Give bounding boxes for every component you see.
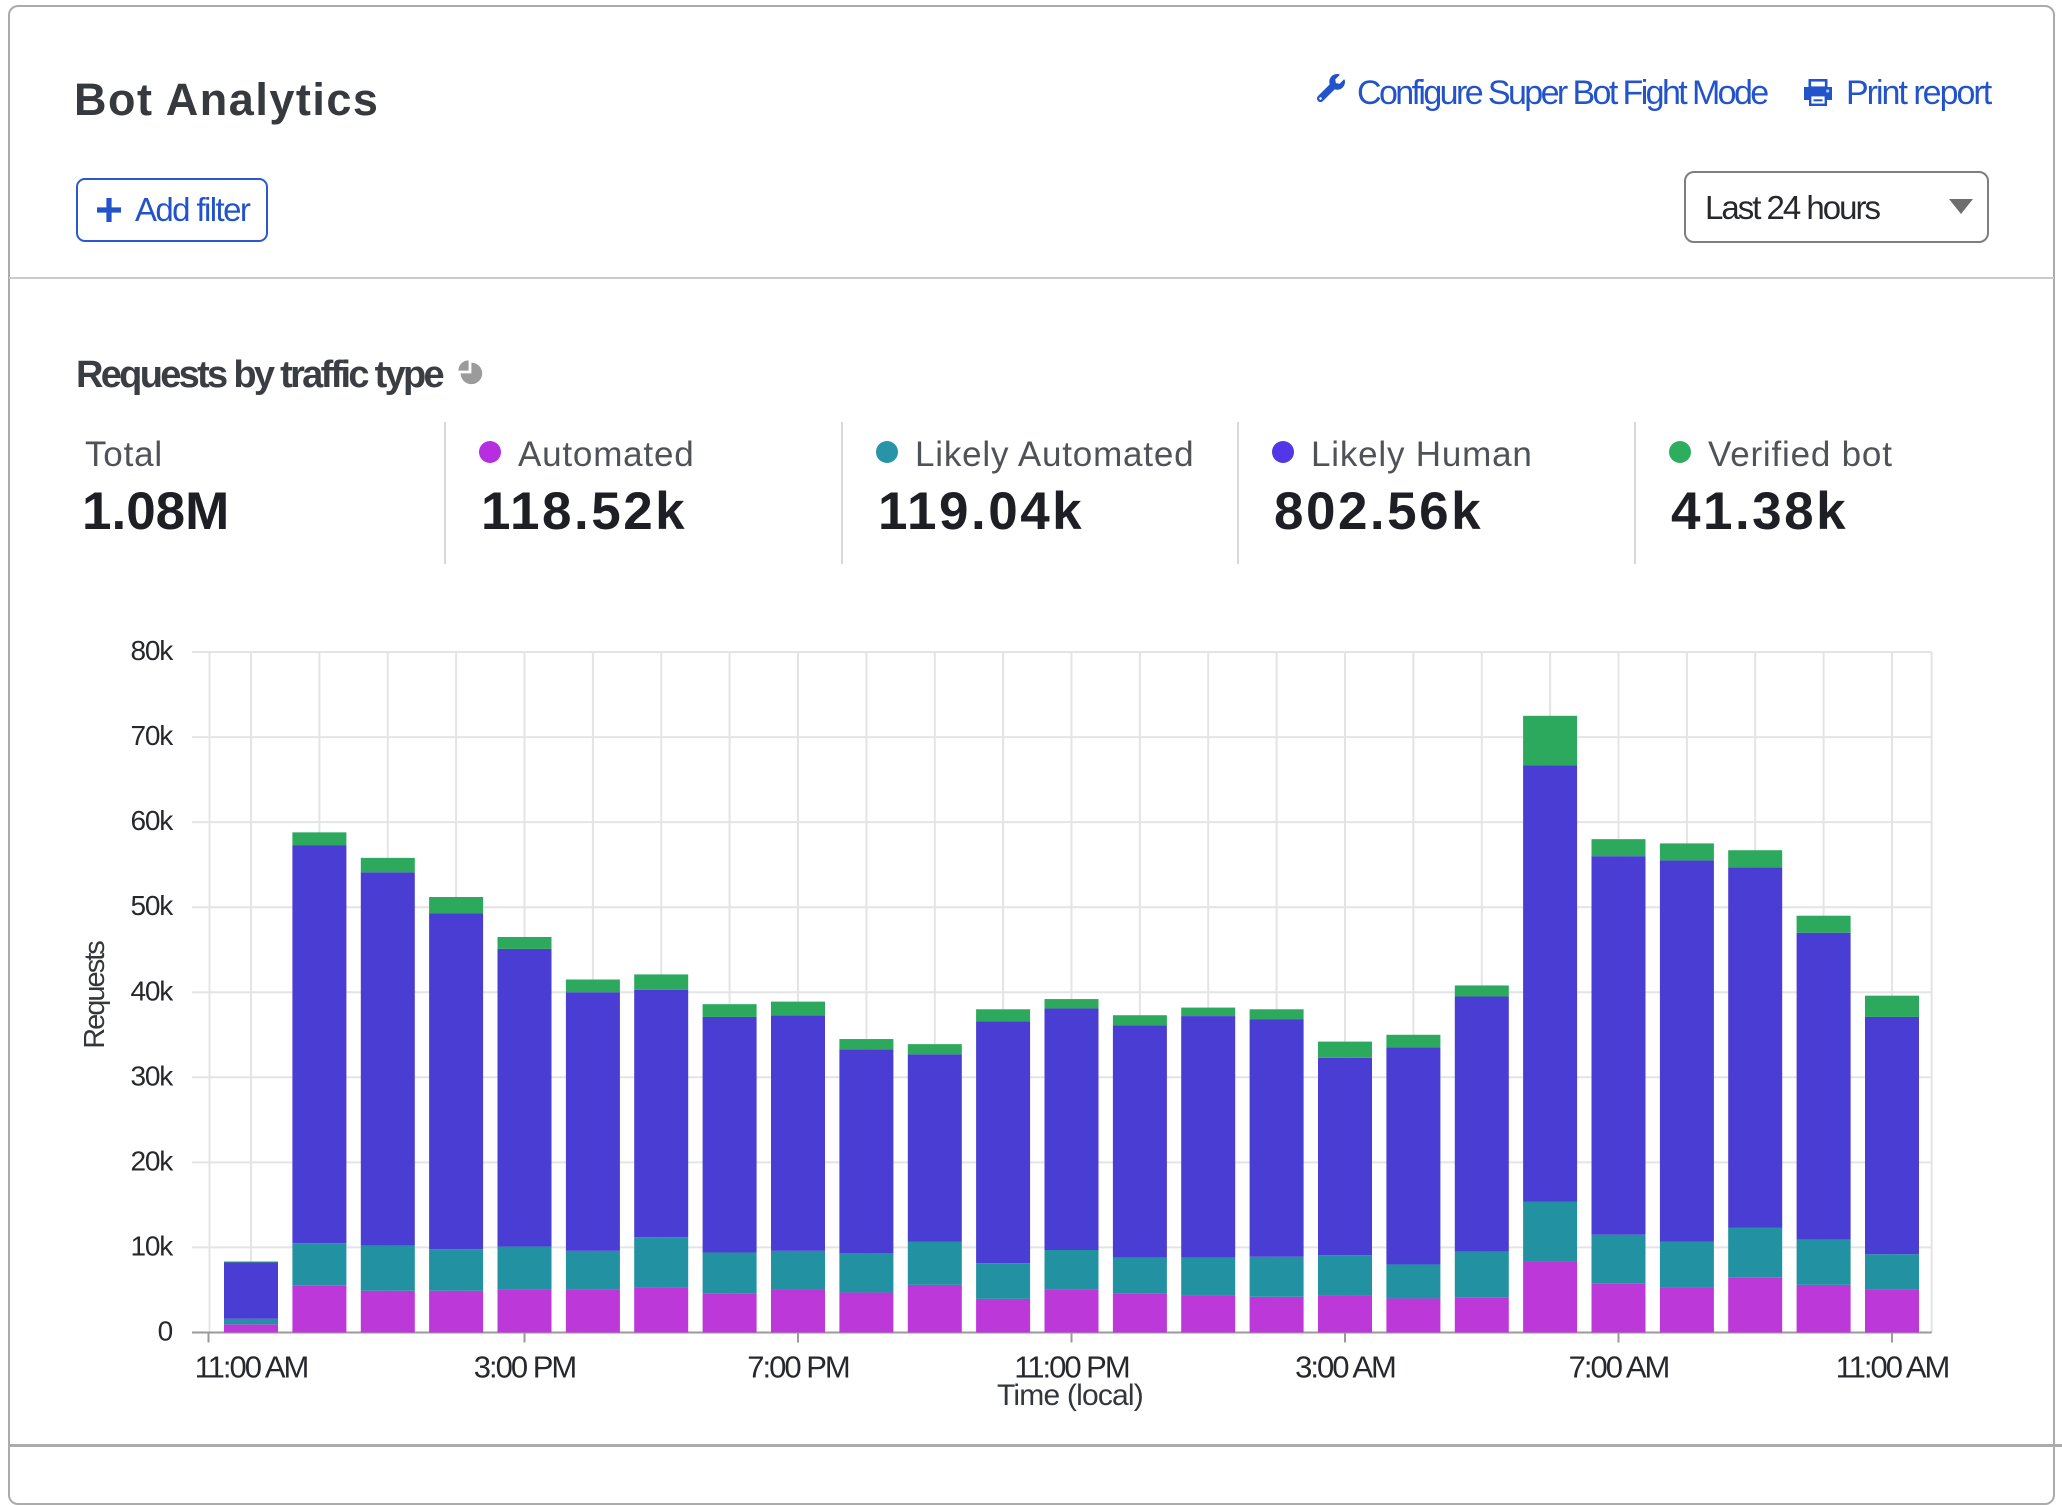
svg-text:80k: 80k (130, 635, 174, 666)
svg-text:70k: 70k (130, 720, 174, 751)
svg-text:50k: 50k (130, 890, 174, 921)
svg-text:60k: 60k (130, 805, 174, 836)
svg-text:7:00 PM: 7:00 PM (747, 1350, 849, 1385)
svg-text:7:00 AM: 7:00 AM (1569, 1350, 1669, 1385)
svg-text:0: 0 (158, 1316, 173, 1347)
svg-text:3:00 PM: 3:00 PM (474, 1350, 576, 1385)
svg-text:3:00 AM: 3:00 AM (1295, 1350, 1395, 1385)
svg-text:10k: 10k (130, 1230, 174, 1261)
svg-text:30k: 30k (130, 1060, 174, 1091)
svg-text:11:00 AM: 11:00 AM (1836, 1350, 1949, 1385)
svg-text:Time (local): Time (local) (997, 1379, 1143, 1412)
svg-text:11:00 AM: 11:00 AM (195, 1350, 308, 1385)
svg-text:40k: 40k (130, 975, 174, 1006)
svg-text:Requests: Requests (79, 941, 111, 1049)
svg-text:20k: 20k (130, 1145, 174, 1176)
